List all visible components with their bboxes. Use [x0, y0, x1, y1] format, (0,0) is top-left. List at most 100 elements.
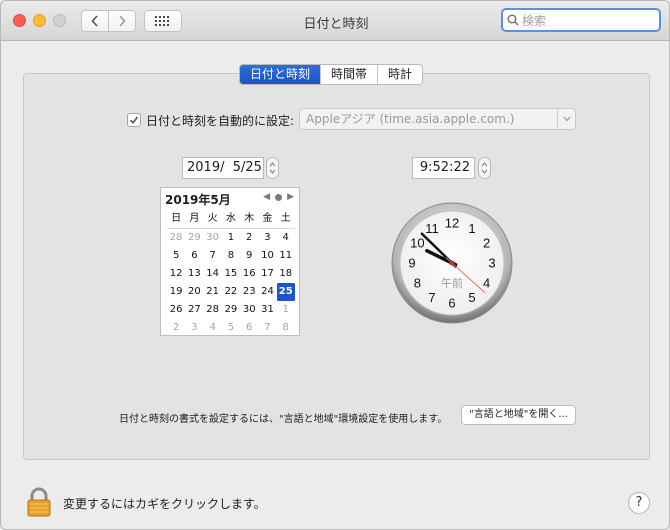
clock-numeral: 12 — [445, 216, 459, 231]
calendar-grid: 日月火水木金土 28 29 30 1 2 3 4 5 6 7 8 9 10 11 12 13 14 15 16 17 18… — [167, 210, 295, 337]
calendar-day[interactable]: 29 — [222, 301, 240, 319]
calendar-day[interactable]: 29 — [185, 229, 203, 247]
weekday-header: 木 — [240, 210, 259, 229]
calendar-day[interactable]: 14 — [204, 265, 222, 283]
clock-numeral: 6 — [448, 296, 455, 311]
weekday-header: 土 — [276, 210, 295, 229]
calendar-day[interactable]: 18 — [277, 265, 295, 283]
clock-ampm: 午前 — [441, 276, 463, 290]
calendar-day[interactable]: 2 — [167, 319, 185, 337]
calendar-day[interactable]: 28 — [167, 229, 185, 247]
calendar-day-selected[interactable]: 25 — [276, 283, 295, 301]
tab-2[interactable]: 時計 — [378, 65, 422, 84]
clock-numeral: 3 — [488, 256, 495, 271]
clock-numeral: 5 — [468, 290, 475, 305]
stepper-arrows-icon — [269, 162, 276, 174]
analog-clock: 12 12 3 45678 9 1011 午前 — [391, 202, 513, 324]
clock-numeral: 7 — [428, 290, 435, 305]
calendar-day[interactable]: 31 — [258, 301, 276, 319]
clock-center — [449, 260, 455, 266]
auto-set-row: 日付と時刻を自動的に設定: — [127, 110, 294, 130]
preferences-window: 日付と時刻 検索 日付と時刻 時間帯 時計 日付と時刻を自動的に設定: Appleア… — [0, 0, 670, 530]
calendar-day[interactable]: 23 — [240, 283, 258, 301]
calendar-day[interactable]: 22 — [222, 283, 240, 301]
auto-set-label: 日付と時刻を自動的に設定: — [146, 113, 295, 128]
calendar-day[interactable]: 27 — [185, 301, 203, 319]
calendar-nav: ◀ ▶ — [263, 192, 294, 202]
weekday-header: 金 — [258, 210, 277, 229]
search-field[interactable]: 検索 — [501, 8, 661, 32]
calendar-day[interactable]: 9 — [240, 247, 258, 265]
clock-numeral: 4 — [483, 276, 490, 291]
checkmark-icon — [129, 116, 139, 125]
calendar-day[interactable]: 5 — [222, 319, 240, 337]
calendar-day[interactable]: 8 — [277, 319, 295, 337]
calendar-day[interactable]: 8 — [222, 247, 240, 265]
calendar-day[interactable]: 4 — [277, 229, 295, 247]
time-field[interactable]: 9:52:22 — [412, 157, 475, 179]
calendar-day[interactable]: 13 — [185, 265, 203, 283]
clock-numeral: 1 — [468, 221, 475, 236]
auto-set-checkbox[interactable] — [127, 113, 141, 127]
lock-button[interactable] — [27, 487, 51, 517]
today-icon[interactable] — [275, 193, 283, 201]
clock-numeral: 9 — [408, 256, 415, 271]
weekday-header: 日 — [167, 210, 186, 229]
weekday-header: 火 — [203, 210, 222, 229]
weekday-header: 月 — [185, 210, 204, 229]
calendar-day[interactable]: 28 — [204, 301, 222, 319]
chevron-down-icon — [563, 116, 570, 122]
clock-numeral: 2 — [483, 236, 490, 251]
calendar-month-label: 2019年5月 — [165, 193, 231, 207]
date-stepper[interactable] — [266, 157, 279, 179]
calendar-day[interactable]: 16 — [240, 265, 258, 283]
next-month-icon[interactable]: ▶ — [287, 192, 294, 202]
lock-text: 変更するにはカギをクリックします。 — [63, 497, 266, 511]
weekday-header: 水 — [221, 210, 241, 229]
search-placeholder: 検索 — [522, 13, 547, 28]
calendar-day[interactable]: 20 — [185, 283, 203, 301]
calendar-day[interactable]: 24 — [258, 283, 276, 301]
tab-bar: 日付と時刻 時間帯 時計 — [239, 64, 424, 85]
select-arrows — [557, 109, 575, 129]
calendar-day[interactable]: 21 — [204, 283, 222, 301]
lock-icon — [27, 487, 51, 517]
calendar-day[interactable]: 30 — [204, 229, 222, 247]
calendar-day[interactable]: 11 — [277, 247, 295, 265]
calendar: 2019年5月 ◀ ▶ 日月火水木金土 28 29 30 1 2 3 4 5 6 7 8 9 10 11 12… — [160, 187, 300, 336]
settings-panel — [23, 73, 650, 460]
calendar-day[interactable]: 6 — [185, 247, 203, 265]
format-hint: 日付と時刻の書式を設定するには、"言語と地域"環境設定を使用します。 — [119, 414, 448, 425]
calendar-day[interactable]: 30 — [240, 301, 258, 319]
clock-numeral: 8 — [414, 276, 421, 291]
stepper-arrows-icon — [481, 162, 488, 174]
calendar-day[interactable]: 26 — [167, 301, 185, 319]
time-stepper[interactable] — [478, 157, 491, 179]
tab-0[interactable]: 日付と時刻 — [240, 65, 322, 84]
clock-numeral: 10 — [410, 236, 424, 251]
calendar-day[interactable]: 3 — [258, 229, 276, 247]
time-server-select[interactable]: Appleアジア (time.asia.apple.com.) — [299, 108, 576, 130]
search-icon — [507, 14, 519, 26]
calendar-day[interactable]: 4 — [204, 319, 222, 337]
calendar-day[interactable]: 1 — [277, 301, 295, 319]
clock-numeral: 11 — [425, 221, 439, 236]
calendar-day[interactable]: 3 — [185, 319, 203, 337]
calendar-day[interactable]: 12 — [167, 265, 185, 283]
calendar-day[interactable]: 10 — [258, 247, 276, 265]
date-field[interactable]: 2019/ 5/25 — [182, 157, 264, 179]
calendar-day[interactable]: 6 — [240, 319, 258, 337]
tab-1[interactable]: 時間帯 — [321, 65, 379, 84]
previous-month-icon[interactable]: ◀ — [263, 192, 270, 202]
calendar-day[interactable]: 19 — [167, 283, 185, 301]
calendar-day[interactable]: 7 — [204, 247, 222, 265]
calendar-day[interactable]: 17 — [258, 265, 276, 283]
titlebar: 日付と時刻 検索 — [1, 1, 669, 41]
calendar-day[interactable]: 7 — [258, 319, 276, 337]
calendar-day[interactable]: 2 — [240, 229, 258, 247]
calendar-day[interactable]: 1 — [222, 229, 240, 247]
calendar-day[interactable]: 5 — [167, 247, 185, 265]
help-button[interactable]: ? — [628, 492, 650, 514]
open-language-region-button[interactable]: "言語と地域"を開く... — [461, 405, 576, 425]
calendar-day[interactable]: 15 — [222, 265, 240, 283]
